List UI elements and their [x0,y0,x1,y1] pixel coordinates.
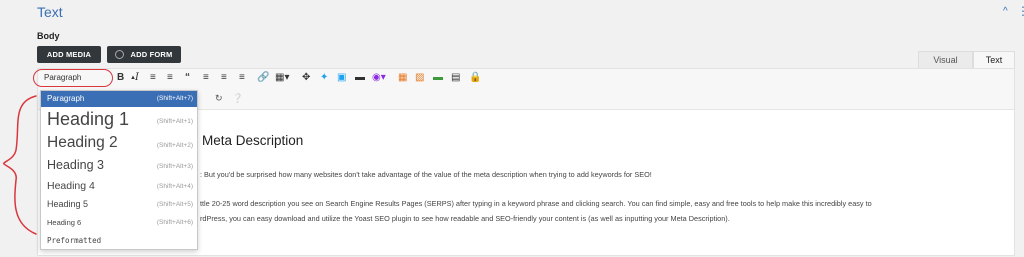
format-dropdown[interactable]: Paragraph (Shift+Alt+7) Heading 1 (Shift… [40,90,198,250]
add-form-label: ADD FORM [130,50,173,59]
dropdown-item-shortcut: (Shift+Alt+7) [156,95,193,102]
numbered-list-icon[interactable]: ≡ [167,71,173,85]
bullet-list-icon[interactable]: ≡ [150,71,156,85]
align-right-icon[interactable]: ≡ [239,71,245,85]
dropdown-item-label: Heading 6 [47,218,82,227]
color-icon[interactable]: ▨ [415,71,424,85]
dropdown-item-preformatted[interactable]: Preformatted [41,231,197,248]
table-icon[interactable]: ▦▾ [275,71,289,85]
form-icon [115,50,125,59]
dropdown-item-label: Heading 5 [47,199,89,209]
add-form-button[interactable]: ADD FORM [107,46,181,63]
dropdown-item-heading-4[interactable]: Heading 4 (Shift+Alt+4) [41,177,197,195]
dropdown-item-label: Heading 1 [47,109,130,129]
dropdown-item-paragraph[interactable]: Paragraph (Shift+Alt+7) [41,91,197,107]
align-center-icon[interactable]: ≡ [221,71,227,85]
format-annotation-circle [33,69,113,87]
divider-icon[interactable]: ▬ [433,71,443,85]
dropdown-item-label: Heading 4 [47,180,95,192]
dropdown-item-heading-3[interactable]: Heading 3 (Shift+Alt+3) [41,156,197,176]
shortcode-icon[interactable]: ▦ [398,71,407,85]
dropdown-item-shortcut: (Shift+Alt+4) [156,183,193,190]
annotation-brace [3,95,37,235]
italic-icon[interactable]: I [135,71,139,85]
dropdown-item-heading-5[interactable]: Heading 5 (Shift+Alt+5) [41,196,197,213]
dropdown-item-label: Heading 3 [47,158,104,172]
dropdown-item-shortcut: (Shift+Alt+1) [156,118,193,125]
tab-text[interactable]: Text [973,51,1015,68]
dropdown-item-label: Paragraph [47,94,85,103]
dropdown-item-label: Heading 2 [47,134,118,151]
add-media-button[interactable]: ADD MEDIA [37,46,101,63]
paragraph-2: ttle 20-25 word description you see on S… [200,199,872,208]
add-media-label: ADD MEDIA [46,50,92,59]
dropdown-item-label: Preformatted [47,236,102,245]
readmore-icon[interactable]: ▬ [355,71,365,85]
dropdown-item-shortcut: (Shift+Alt+3) [156,163,193,170]
box-icon[interactable]: ▤ [451,71,460,85]
fullscreen-icon[interactable]: ✥ [302,71,310,85]
section-title: Text [37,4,63,20]
paragraph-1: : But you'd be surprised how many websit… [200,170,652,179]
paragraph-3: rdPress, you can easy download and utili… [200,214,730,223]
bold-icon[interactable]: B [117,71,124,85]
redo-icon[interactable]: ↻ [215,93,223,104]
link-icon[interactable]: 🔗 [257,71,269,85]
content-heading: Meta Description [202,133,304,148]
help-icon[interactable]: ❔ [232,93,243,104]
calendar-icon[interactable]: ▣ [337,71,346,85]
field-label: Body [37,31,60,41]
dropdown-item-shortcut: (Shift+Alt+5) [156,201,193,208]
dropdown-item-shortcut: (Shift+Alt+2) [156,142,193,149]
twitter-icon[interactable]: ✦ [320,71,328,85]
more-options-icon[interactable]: ⋮ [1017,4,1024,18]
lock-icon[interactable]: 🔒 [469,71,481,85]
tab-visual[interactable]: Visual [918,51,973,68]
dropdown-item-heading-1[interactable]: Heading 1 (Shift+Alt+1) [41,108,197,132]
plugin-icon[interactable]: ◉▾ [372,71,386,85]
dropdown-item-heading-6[interactable]: Heading 6 (Shift+Alt+6) [41,214,197,230]
dropdown-item-shortcut: (Shift+Alt+6) [156,219,193,226]
dropdown-item-heading-2[interactable]: Heading 2 (Shift+Alt+2) [41,133,197,155]
blockquote-icon[interactable]: “ [185,71,190,85]
collapse-icon[interactable]: ^ [1003,6,1008,17]
align-left-icon[interactable]: ≡ [203,71,209,85]
